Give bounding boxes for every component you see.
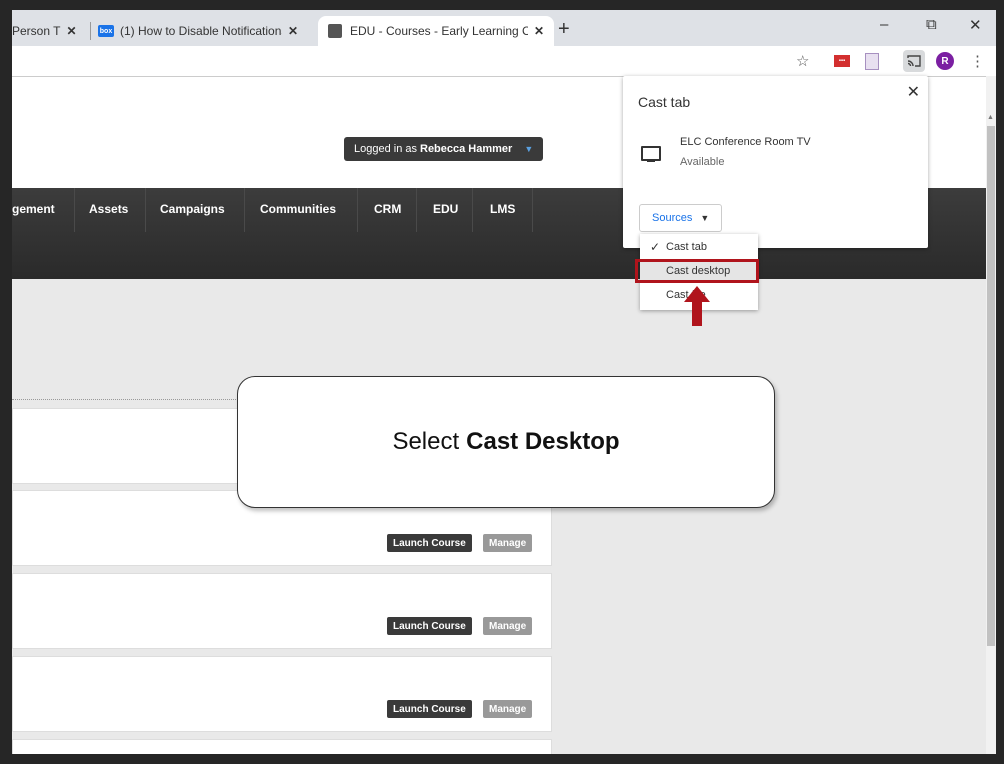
- launch-course-button[interactable]: Launch Course: [387, 617, 472, 635]
- close-tab-icon[interactable]: ✕: [534, 24, 544, 38]
- manage-button[interactable]: Manage: [483, 700, 533, 718]
- course-card: [12, 739, 552, 754]
- cast-device-status: Available: [680, 156, 725, 168]
- nav-divider: [74, 188, 75, 232]
- nav-item-assets[interactable]: Assets: [89, 202, 128, 216]
- tab-edu-courses[interactable]: EDU - Courses - Early Learning C ✕: [318, 16, 555, 46]
- launch-course-button[interactable]: Launch Course: [387, 700, 472, 718]
- scroll-thumb[interactable]: [987, 126, 995, 646]
- screenshot-frame: Person T ✕ box (1) How to Disable Notifi…: [0, 0, 1004, 764]
- edu-favicon-icon: [328, 24, 342, 38]
- profile-avatar[interactable]: R: [936, 52, 954, 70]
- logged-in-label: Logged in as: [354, 143, 417, 155]
- bookmark-star-icon[interactable]: ☆: [796, 52, 809, 70]
- nav-item-crm[interactable]: CRM: [374, 202, 401, 216]
- pointer-arrow-icon: [684, 286, 710, 326]
- box-favicon-icon: box: [98, 25, 114, 37]
- pdf-icon: [865, 52, 879, 70]
- course-card: Launch Course Manage: [12, 573, 552, 649]
- nav-item-campaigns[interactable]: Campaigns: [160, 202, 225, 216]
- minimize-button[interactable]: –: [880, 16, 888, 33]
- cast-dialog-title: Cast tab: [638, 94, 691, 110]
- nav-divider: [532, 188, 533, 232]
- nav-divider: [416, 188, 417, 232]
- tab-person[interactable]: Person T ✕: [12, 16, 77, 46]
- nav-divider: [244, 188, 245, 232]
- tab-strip: Person T ✕ box (1) How to Disable Notifi…: [12, 10, 996, 46]
- callout-text: Select: [392, 428, 460, 455]
- launch-course-button[interactable]: Launch Course: [387, 534, 472, 552]
- pdf-extension-button[interactable]: [865, 52, 879, 70]
- cast-device-name[interactable]: ELC Conference Room TV: [680, 136, 811, 148]
- sources-label: Sources: [652, 212, 693, 224]
- nav-divider: [472, 188, 473, 232]
- tab-label: Person T: [12, 24, 61, 38]
- callout-emphasis: Cast Desktop: [466, 428, 620, 455]
- sources-button[interactable]: Sources ▼: [639, 204, 723, 232]
- close-tab-icon[interactable]: ✕: [66, 24, 76, 38]
- tab-divider: [90, 22, 91, 40]
- source-option-cast-tab[interactable]: ✓ Cast tab: [640, 236, 758, 258]
- tab-label: (1) How to Disable Notifications: [120, 24, 282, 38]
- nav-item-communities[interactable]: Communities: [260, 202, 336, 216]
- cast-dialog: Cast tab ✕ ELC Conference Room TV Availa…: [623, 76, 928, 248]
- nav-divider: [145, 188, 146, 232]
- scroll-up-icon[interactable]: ▲: [987, 114, 994, 121]
- cast-button[interactable]: [903, 50, 925, 72]
- nav-item-management[interactable]: gement: [12, 202, 55, 216]
- tab-label: EDU - Courses - Early Learning C: [350, 24, 528, 38]
- nav-item-edu[interactable]: EDU: [433, 202, 458, 216]
- nav-item-lms[interactable]: LMS: [490, 202, 515, 216]
- tab-disable-notifications[interactable]: box (1) How to Disable Notifications ✕: [98, 16, 298, 46]
- extension-button[interactable]: ▪▪▪: [834, 52, 850, 70]
- checkmark-icon: ✓: [649, 240, 660, 254]
- close-tab-icon[interactable]: ✕: [288, 24, 298, 38]
- new-tab-button[interactable]: +: [558, 18, 570, 41]
- user-name: Rebecca Hammer: [420, 143, 513, 155]
- highlight-box: [635, 259, 759, 283]
- page-scrollbar[interactable]: ▲: [986, 76, 996, 754]
- tv-icon: [641, 146, 661, 162]
- instruction-callout: Select Cast Desktop: [237, 376, 775, 508]
- caret-down-icon: ▼: [524, 144, 534, 154]
- browser-toolbar: ☆ ▪▪▪ R ⋮: [12, 46, 996, 77]
- source-option-label: Cast tab: [666, 241, 707, 253]
- close-icon[interactable]: ✕: [907, 82, 920, 102]
- caret-down-icon: ▼: [700, 213, 710, 223]
- browser-window: Person T ✕ box (1) How to Disable Notifi…: [12, 10, 996, 754]
- close-window-button[interactable]: ✕: [969, 16, 982, 34]
- cast-icon: [907, 55, 921, 67]
- course-card: Launch Course Manage: [12, 656, 552, 732]
- nav-divider: [357, 188, 358, 232]
- extension-icon: ▪▪▪: [834, 55, 850, 67]
- user-menu[interactable]: Logged in as Rebecca Hammer ▼: [344, 137, 544, 161]
- manage-button[interactable]: Manage: [483, 617, 533, 635]
- manage-button[interactable]: Manage: [483, 534, 533, 552]
- restore-button[interactable]: ⧉: [926, 16, 937, 33]
- chrome-menu-icon[interactable]: ⋮: [970, 52, 985, 70]
